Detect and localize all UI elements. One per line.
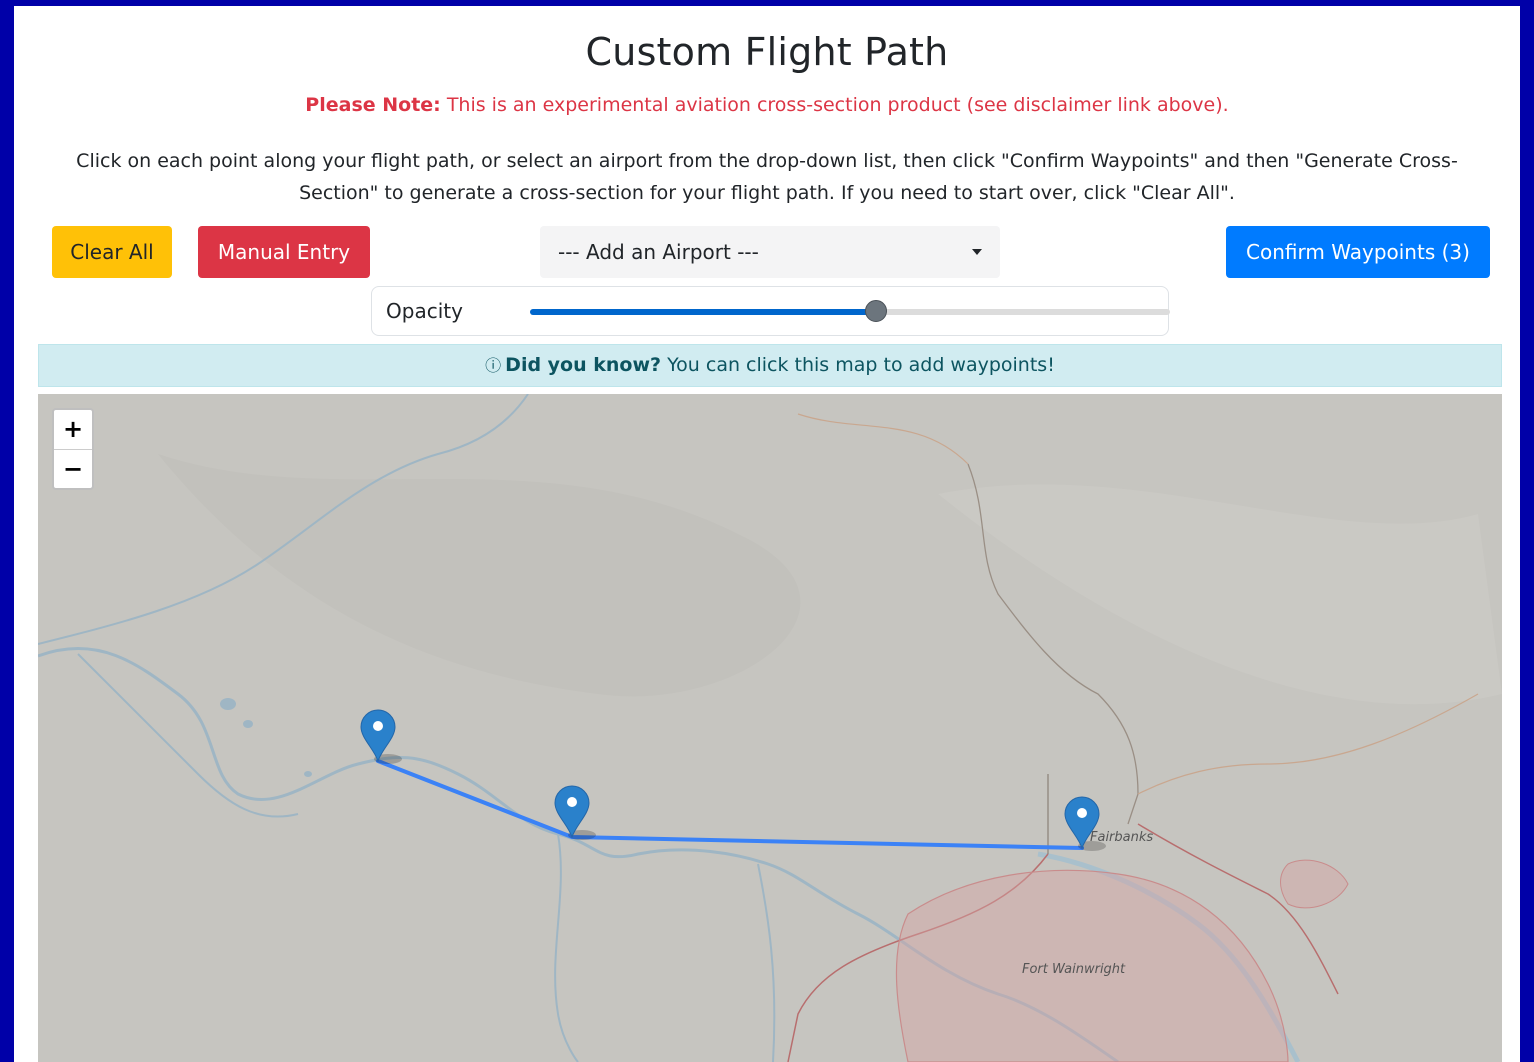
airport-select[interactable]: --- Add an Airport --- <box>540 226 1000 278</box>
clear-all-button[interactable]: Clear All <box>52 226 172 278</box>
instructions-text: Click on each point along your flight pa… <box>76 150 1458 204</box>
opacity-control: Opacity <box>371 286 1170 336</box>
lake-a <box>220 698 236 710</box>
map-canvas[interactable]: Fairbanks Fort Wainwright + − <box>38 394 1502 1062</box>
opacity-slider-thumb[interactable] <box>864 300 887 322</box>
airport-select-value: --- Add an Airport --- <box>558 240 759 264</box>
manual-entry-button[interactable]: Manual Entry <box>198 226 370 278</box>
note-text: This is an experimental aviation cross-s… <box>440 94 1229 116</box>
map-label-fort-wainwright: Fort Wainwright <box>1022 962 1126 977</box>
map-pin-dot <box>1077 808 1087 818</box>
opacity-slider-fill <box>530 309 876 315</box>
map-pin-dot <box>373 721 383 731</box>
opacity-slider[interactable] <box>530 300 1170 322</box>
zoom-out-button[interactable]: − <box>54 450 92 489</box>
map-label-fairbanks: Fairbanks <box>1090 830 1154 845</box>
chevron-down-icon <box>972 249 982 255</box>
lake-c <box>304 771 312 777</box>
zoom-control: + − <box>52 408 94 490</box>
confirm-waypoints-button[interactable]: Confirm Waypoints (3) <box>1226 226 1490 278</box>
tip-text: You can click this map to add waypoints! <box>661 354 1055 376</box>
page-title: Custom Flight Path <box>585 30 949 74</box>
note-bold: Please Note: <box>305 94 441 116</box>
disclaimer-note: Please Note: This is an experimental avi… <box>14 94 1520 116</box>
info-icon: ⓘ <box>485 356 502 375</box>
map-pin-dot <box>567 797 577 807</box>
flight-path-panel: Custom Flight Path Please Note: This is … <box>14 6 1520 1062</box>
lake-b <box>243 720 253 728</box>
tip-bold: Did you know? <box>505 354 662 376</box>
opacity-label: Opacity <box>386 299 463 323</box>
map-tip-alert: ⓘ Did you know? You can click this map to… <box>38 344 1502 387</box>
map-layer <box>38 394 1502 1062</box>
zoom-in-button[interactable]: + <box>54 410 92 450</box>
